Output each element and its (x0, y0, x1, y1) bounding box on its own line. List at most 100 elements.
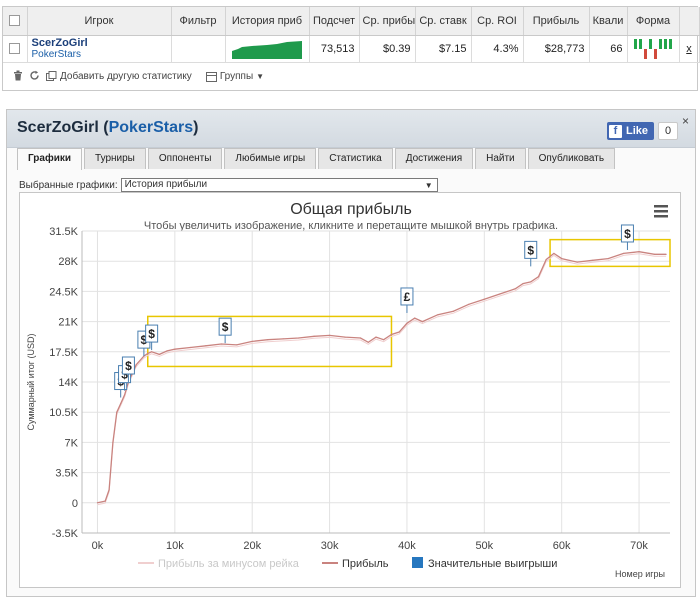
sparkline-chart (232, 40, 302, 59)
x-tick-label: 50k (475, 540, 493, 552)
header-player[interactable]: Игрок (27, 7, 172, 36)
profit-point (638, 251, 640, 253)
chart-menu-icon (654, 210, 668, 213)
trash-icon[interactable] (13, 70, 23, 84)
player-site-link[interactable]: PokerStars (32, 49, 167, 61)
groups-dropdown[interactable]: Группы ▼ (205, 71, 264, 82)
profit-point (104, 500, 106, 502)
profit-cell: $28,773 (523, 35, 590, 63)
tab-5[interactable]: Достижения (394, 148, 474, 169)
profit-point (665, 253, 667, 255)
profit-chart-svg[interactable]: Общая прибыль Чтобы увеличить изображение… (20, 193, 682, 589)
tab-6[interactable]: Найти (475, 148, 526, 169)
header-count[interactable]: Подсчет (309, 7, 360, 36)
tab-7[interactable]: Опубликовать (527, 148, 616, 169)
profit-point (108, 489, 110, 491)
profit-point (189, 346, 191, 349)
chart-menu-icon (654, 215, 668, 218)
profit-point (220, 343, 222, 345)
profit-point (158, 353, 160, 355)
tab-3[interactable]: Любимые игры (224, 148, 317, 169)
y-tick-label: 0 (72, 498, 78, 510)
profit-point (375, 336, 377, 338)
x-tick-label: 30k (321, 540, 339, 552)
chart-subtitle: Чтобы увеличить изображение, кликните и … (144, 220, 558, 232)
stats-toolbar: Добавить другую статистику Группы ▼ (3, 63, 697, 91)
profit-point (398, 331, 400, 333)
header-ability[interactable]: Квали (589, 7, 628, 36)
profit-point (607, 258, 609, 260)
header-profit[interactable]: Прибыль (523, 7, 590, 36)
ability-cell: 66 (589, 35, 628, 63)
chart-select[interactable]: История прибыли ▼ (120, 178, 438, 192)
facebook-like: f Like 0 (607, 122, 679, 140)
header-filter[interactable]: Фильтр (171, 7, 226, 36)
player-cell: ScerZoGirl PokerStars (27, 35, 172, 63)
form-win-bar (659, 38, 662, 49)
remove-row-link[interactable]: x (679, 35, 700, 63)
header-avg-roi[interactable]: Ср. ROI (471, 7, 524, 36)
profit-point (205, 345, 207, 347)
chart-select-value: История прибыли (124, 179, 208, 190)
tab-4[interactable]: Статистика (318, 148, 393, 169)
legend-profit-label: Прибыль (342, 558, 389, 570)
add-stats-icon (46, 71, 57, 81)
profit-point (483, 298, 485, 300)
groups-label: Группы (219, 71, 254, 82)
x-axis-title: Номер игры (615, 569, 665, 579)
x-tick-label: 70k (630, 540, 648, 552)
profit-chart[interactable]: Общая прибыль Чтобы увеличить изображение… (19, 192, 681, 588)
header-profit-history[interactable]: История приб (225, 7, 310, 36)
form-loss-bar (654, 48, 657, 59)
form-win-bar (649, 38, 652, 49)
big-win-symbol: $ (527, 243, 534, 257)
big-win-symbol: $ (125, 359, 132, 373)
profit-point (653, 253, 656, 255)
profit-point (452, 310, 454, 312)
chart-picker-label: Выбранные графики: (19, 179, 118, 191)
add-stats-button[interactable]: Добавить другую статистику (46, 71, 192, 82)
filter-cell (171, 35, 226, 63)
profit-point (120, 402, 122, 405)
profit-point (367, 341, 369, 343)
tab-1[interactable]: Турниры (84, 148, 146, 169)
panel-header: ScerZoGirl (PokerStars) f Like 0 × (7, 110, 695, 148)
y-tick-label: 10.5K (49, 407, 78, 419)
profit-point (522, 283, 524, 285)
player-name-link[interactable]: ScerZoGirl (32, 37, 167, 49)
panel-player-name: ScerZoGirl (17, 119, 99, 136)
facebook-like-button[interactable]: f Like (607, 122, 655, 140)
groups-icon (205, 71, 217, 82)
profit-point (96, 502, 99, 504)
profit-point (421, 321, 424, 323)
y-tick-label: 7K (65, 437, 79, 449)
header-form[interactable]: Форма (627, 7, 680, 36)
profit-point (123, 394, 126, 396)
tab-2[interactable]: Оппоненты (147, 148, 223, 169)
player-panel: ScerZoGirl (PokerStars) f Like 0 × Графи… (6, 109, 696, 597)
y-axis-title: Суммарный итог (USD) (26, 333, 36, 430)
y-tick-label: 21K (58, 317, 78, 329)
close-icon[interactable]: × (682, 114, 689, 128)
tab-bar: Графики Турниры Оппоненты Любимые игры Стати… (17, 148, 616, 170)
profit-point (545, 258, 547, 261)
row-checkbox[interactable] (3, 35, 28, 63)
y-tick-label: 17.5K (49, 347, 78, 359)
form-cell (627, 35, 680, 63)
big-win-symbol: £ (404, 290, 411, 304)
header-avg-stake[interactable]: Ср. ставк (415, 7, 472, 36)
profit-point (328, 334, 331, 337)
stats-table: Игрок Фильтр История приб Подсчет Ср. пр… (3, 7, 700, 63)
profit-point (390, 333, 393, 336)
profit-point (344, 336, 346, 338)
profit-series-line (97, 251, 667, 504)
legend-bigwin-label: Значительные выигрыши (428, 558, 557, 570)
chart-title: Общая прибыль (290, 201, 412, 218)
facebook-like-count: 0 (658, 122, 679, 140)
form-win-bar (634, 38, 637, 49)
header-avg-profit[interactable]: Ср. прибы (359, 7, 416, 36)
refresh-icon[interactable] (29, 70, 40, 84)
panel-site-link[interactable]: PokerStars (109, 119, 194, 136)
tab-0[interactable]: Графики (17, 148, 83, 170)
select-all-checkbox[interactable] (3, 7, 28, 36)
